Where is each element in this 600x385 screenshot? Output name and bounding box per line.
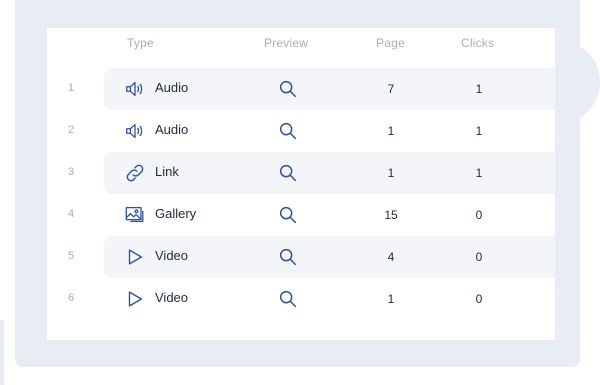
stage: Type Preview Page Clicks 1 Audio 7 1 2 Audio 1… <box>0 0 600 385</box>
media-table: Type Preview Page Clicks 1 Audio 7 1 2 Audio 1… <box>47 28 555 340</box>
media-type-label: Link <box>155 164 179 179</box>
row-index: 2 <box>68 124 75 136</box>
page-value: 1 <box>387 166 395 180</box>
page-value: 4 <box>387 250 395 264</box>
media-type-label: Audio <box>155 122 189 137</box>
clicks-value: 0 <box>475 208 483 222</box>
search-icon[interactable] <box>277 246 299 268</box>
table-row[interactable]: 4 Gallery 15 0 <box>47 194 555 236</box>
column-header-clicks[interactable]: Clicks <box>461 36 494 50</box>
column-header-preview[interactable]: Preview <box>264 36 308 50</box>
column-header-page[interactable]: Page <box>376 36 405 50</box>
column-header-type[interactable]: Type <box>127 36 154 50</box>
clicks-value: 0 <box>475 250 483 264</box>
row-index: 4 <box>68 208 75 220</box>
page-value: 15 <box>384 208 398 222</box>
row-index: 1 <box>68 82 75 94</box>
play-icon <box>124 246 146 268</box>
table-row[interactable]: 5 Video 4 0 <box>47 236 555 278</box>
media-type-label: Gallery <box>155 206 197 221</box>
link-icon <box>124 162 146 184</box>
play-icon <box>124 288 146 310</box>
row-index: 5 <box>68 250 75 262</box>
page-value: 1 <box>387 124 395 138</box>
clicks-value: 1 <box>475 124 483 138</box>
media-type-label: Audio <box>155 80 189 95</box>
page-value: 1 <box>387 292 395 306</box>
clicks-value: 1 <box>475 82 483 96</box>
clicks-value: 0 <box>475 292 483 306</box>
table-row[interactable]: 6 Video 1 0 <box>47 278 555 320</box>
page-value: 7 <box>387 82 395 96</box>
row-index: 3 <box>68 166 75 178</box>
device-side-knob <box>548 40 600 124</box>
gallery-icon <box>124 204 146 226</box>
table-row[interactable]: 1 Audio 7 1 <box>47 68 555 110</box>
search-icon[interactable] <box>277 78 299 100</box>
search-icon[interactable] <box>277 204 299 226</box>
search-icon[interactable] <box>277 162 299 184</box>
table-header: Type Preview Page Clicks <box>47 36 555 52</box>
speaker-icon <box>124 120 146 142</box>
media-type-label: Video <box>155 290 189 305</box>
table-row[interactable]: 2 Audio 1 1 <box>47 110 555 152</box>
speaker-icon <box>124 78 146 100</box>
search-icon[interactable] <box>277 120 299 142</box>
media-type-label: Video <box>155 248 189 263</box>
clicks-value: 1 <box>475 166 483 180</box>
row-index: 6 <box>68 292 75 304</box>
search-icon[interactable] <box>277 288 299 310</box>
table-row[interactable]: 3 Link 1 1 <box>47 152 555 194</box>
